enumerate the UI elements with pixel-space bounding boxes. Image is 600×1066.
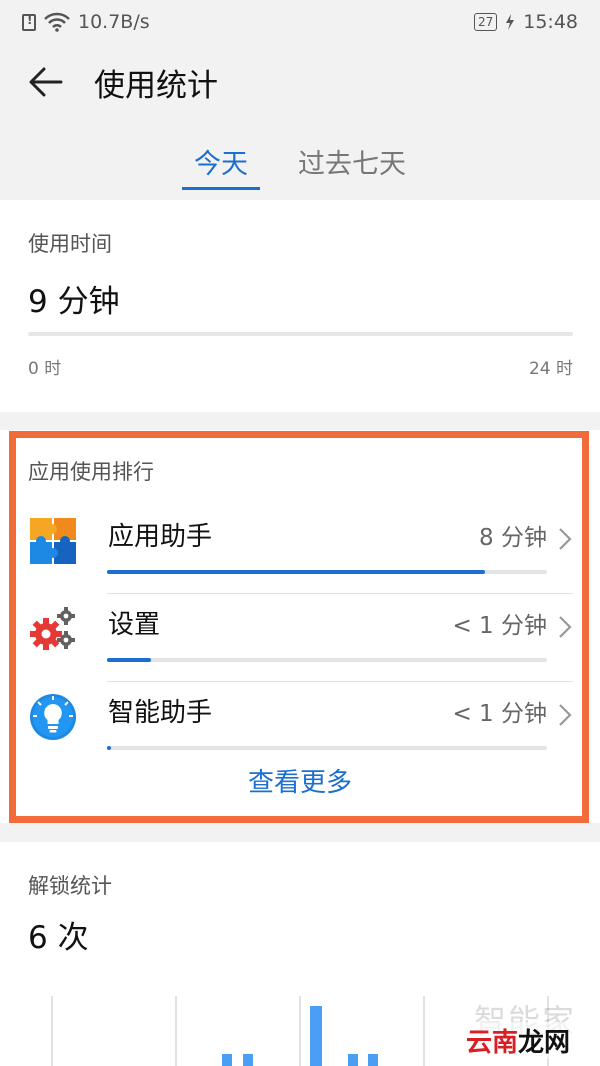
chevron-right-icon xyxy=(559,704,572,726)
chevron-right-icon xyxy=(559,616,572,638)
gear-icon xyxy=(30,607,75,650)
tab-bar: 今天 过去七天 xyxy=(0,130,600,192)
unlock-stats-label: 解锁统计 xyxy=(28,874,112,898)
rank-item-settings[interactable]: 设置 < 1 分钟 xyxy=(28,594,573,682)
chart-bar xyxy=(348,1054,358,1066)
sim-alert-icon xyxy=(22,13,36,31)
usage-progress-track xyxy=(107,658,547,662)
app-time: < 1 分钟 xyxy=(452,613,547,639)
tab-past-seven-days[interactable]: 过去七天 xyxy=(286,130,418,190)
app-bar: 使用统计 xyxy=(0,44,600,120)
back-button[interactable] xyxy=(16,52,76,112)
usage-progress-fill xyxy=(107,570,486,574)
puzzle-icon xyxy=(30,518,76,564)
battery-level: 27 xyxy=(473,13,498,31)
usage-progress-fill xyxy=(107,658,151,662)
usage-time-value: 9 分钟 xyxy=(28,284,120,320)
watermark-red-text: 云南 xyxy=(466,1028,519,1058)
usage-progress-track xyxy=(107,746,547,750)
axis-start-label: 0 时 xyxy=(28,359,62,379)
page-title: 使用统计 xyxy=(94,67,218,104)
unlock-count-value: 6 次 xyxy=(28,920,89,956)
axis-end-label: 24 时 xyxy=(528,359,573,379)
usage-progress-track xyxy=(107,570,547,574)
chart-bar xyxy=(222,1054,232,1066)
lightbulb-icon xyxy=(30,694,76,740)
rank-item-smart-assistant[interactable]: 智能助手 < 1 分钟 xyxy=(28,682,573,770)
app-name: 应用助手 xyxy=(108,522,213,552)
app-time: 8 分钟 xyxy=(479,525,547,551)
chart-bar xyxy=(310,1006,322,1066)
usage-timeline-bar xyxy=(28,332,573,336)
clock: 15:48 xyxy=(523,11,578,33)
usage-progress-fill xyxy=(107,746,112,750)
app-ranking-label: 应用使用排行 xyxy=(28,460,154,484)
network-speed: 10.7B/s xyxy=(78,11,150,33)
watermark-black-text: 龙网 xyxy=(518,1028,571,1058)
chart-bar xyxy=(368,1054,378,1066)
app-name: 设置 xyxy=(108,610,161,640)
watermark-bottom: 云南龙网 xyxy=(462,1022,575,1059)
chart-bar xyxy=(243,1054,253,1066)
arrow-left-icon xyxy=(29,67,63,97)
tab-today[interactable]: 今天 xyxy=(182,130,260,190)
wifi-icon xyxy=(44,12,70,32)
usage-time-label: 使用时间 xyxy=(28,232,112,256)
app-name: 智能助手 xyxy=(108,698,213,728)
app-time: < 1 分钟 xyxy=(452,701,547,727)
chevron-right-icon xyxy=(559,528,572,550)
charging-icon xyxy=(506,14,515,30)
status-bar: 10.7B/s 27 15:48 xyxy=(0,0,600,44)
rank-item-app-assistant[interactable]: 应用助手 8 分钟 xyxy=(28,506,573,594)
usage-time-card: 使用时间 9 分钟 0 时 24 时 xyxy=(0,200,600,412)
see-more-button[interactable]: 查看更多 xyxy=(0,762,600,799)
